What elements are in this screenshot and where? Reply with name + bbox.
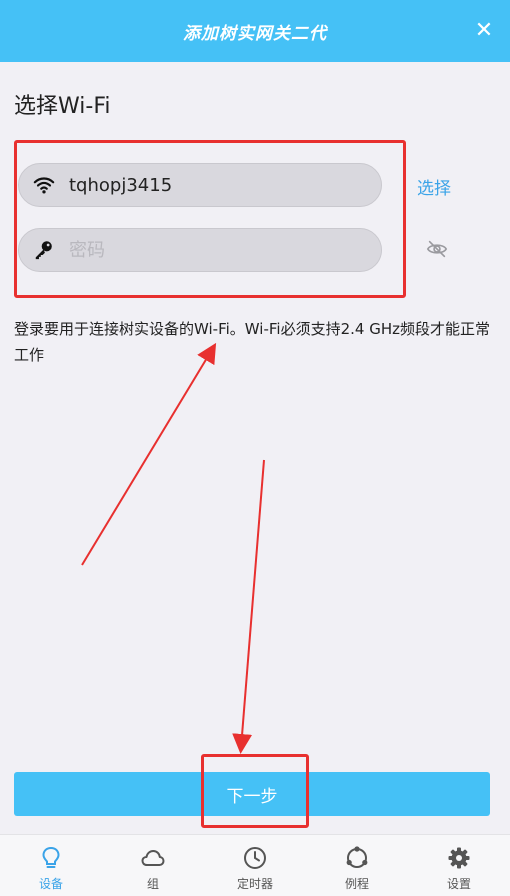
bulb-icon	[42, 846, 60, 868]
tab-groups[interactable]: 组	[102, 835, 204, 896]
tab-label: 组	[146, 877, 159, 891]
tab-routines[interactable]: 例程	[306, 835, 408, 896]
tab-label: 设备	[38, 877, 63, 891]
gear-icon	[448, 847, 470, 869]
tab-label: 设置	[446, 877, 471, 891]
tab-settings[interactable]: 设置	[408, 835, 510, 896]
routine-icon	[346, 846, 368, 868]
tab-devices[interactable]: 设备	[0, 835, 102, 896]
annotation-box-next	[201, 754, 309, 828]
tab-label: 例程	[344, 877, 369, 891]
annotation-arrow-down	[232, 459, 265, 754]
annotation-arrow-up	[81, 342, 217, 566]
cloud-icon	[141, 850, 165, 866]
tab-label: 定时器	[236, 877, 273, 891]
tab-timers[interactable]: 定时器	[204, 835, 306, 896]
bottom-tab-bar: 设备 组 定时器 例程 设置	[0, 834, 510, 896]
clock-icon	[244, 847, 266, 869]
